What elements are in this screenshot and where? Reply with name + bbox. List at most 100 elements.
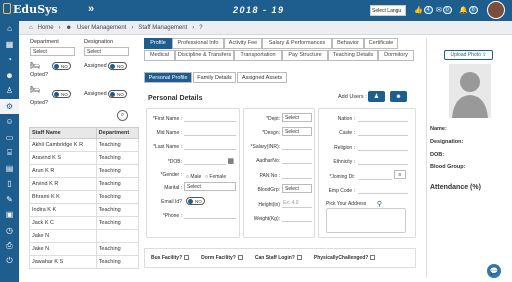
notification-button[interactable]: 🔔 0 <box>459 4 478 16</box>
table-row[interactable]: Akhil Cambridge K R Teaching <box>29 138 140 152</box>
tab-dormitory[interactable]: Dormitory <box>378 50 414 61</box>
table-row[interactable]: Jake N Teaching <box>29 242 140 256</box>
table-row[interactable]: Bhrami K K Teaching <box>29 190 140 204</box>
table-row[interactable]: Jack K C Teaching <box>29 216 140 230</box>
subtab-family-details[interactable]: Family Details <box>193 72 236 83</box>
table-row[interactable]: Jake N <box>29 229 140 243</box>
tab-salary-performances[interactable]: Salary & Performances <box>262 38 332 49</box>
tab-professional-info[interactable]: Professional Info <box>172 38 224 49</box>
dorm-facility-check[interactable]: Dorm Facility? <box>201 255 243 261</box>
column-header-staff-name[interactable]: Staff Name <box>29 127 97 139</box>
upload-photo-button[interactable]: Upload Photo ⇪ <box>444 50 493 60</box>
help-link[interactable]: ? <box>199 25 202 31</box>
assigned-toggle-2[interactable]: NO <box>108 90 127 98</box>
gender-male-radio[interactable]: ○ Male <box>186 174 206 180</box>
tab-medical[interactable]: Medical <box>144 50 175 61</box>
table-row[interactable]: Aravind K S Teaching <box>29 151 140 165</box>
calendar-icon[interactable]: ▦ <box>226 157 234 165</box>
opted-toggle-2[interactable]: NO <box>52 90 71 98</box>
user-avatar[interactable] <box>487 1 505 19</box>
calendar-button[interactable]: ≡ <box>394 170 406 179</box>
app-logo[interactable]: EduSys <box>3 3 58 16</box>
opted-toggle-1[interactable]: NO <box>52 62 71 70</box>
logout-icon[interactable]: ⏻ <box>0 254 19 270</box>
bus-icon[interactable]: ▣ <box>0 207 19 223</box>
dashboard-icon[interactable]: ◔ <box>0 52 19 68</box>
designation-select[interactable]: Select <box>84 47 129 56</box>
breadcrumb-home[interactable]: Home <box>38 25 54 31</box>
nation-input[interactable] <box>358 113 408 122</box>
building-icon[interactable]: ▦ <box>0 37 19 53</box>
address-textarea[interactable] <box>326 208 406 233</box>
language-select[interactable]: Select Langu <box>370 5 406 16</box>
chat-button[interactable]: 💬 <box>487 264 501 278</box>
bank-icon[interactable]: ⌸ <box>0 145 19 161</box>
height-input[interactable]: Ex. 4.9 <box>282 199 312 208</box>
joining-input[interactable] <box>358 171 392 180</box>
chat-icon: 💬 <box>489 268 499 275</box>
mail-button[interactable]: ✉ 0 <box>436 4 452 16</box>
table-row[interactable]: Jawahar K S Teaching <box>29 255 140 269</box>
assigned-toggle-1[interactable]: NO <box>108 62 127 70</box>
add-user-button[interactable]: ♟ <box>368 91 385 102</box>
map-pin-icon[interactable]: ⚲ <box>374 200 382 208</box>
book-icon[interactable]: ▤ <box>0 161 19 177</box>
printer-icon[interactable]: ⎙ <box>0 238 19 254</box>
table-row[interactable]: Indira K K Teaching <box>29 203 140 217</box>
table-row[interactable]: Arun K R Teaching <box>29 164 140 178</box>
search-button[interactable]: ⌕ <box>117 110 128 121</box>
emp-code-input[interactable] <box>358 185 408 194</box>
marital-select[interactable]: Select <box>184 182 236 191</box>
home-icon[interactable]: ⌂ <box>29 25 33 31</box>
department-select[interactable]: Select <box>30 47 75 56</box>
weight-input[interactable] <box>282 213 312 222</box>
tab-pay-structure[interactable]: Pay Structure <box>282 50 328 61</box>
thumbs-up-button[interactable]: 👍 4 <box>414 4 433 16</box>
salary-input[interactable] <box>282 141 312 150</box>
users-icon: ☻ <box>65 24 72 31</box>
users-icon[interactable]: ☻ <box>0 68 19 84</box>
desgn-select[interactable]: Select <box>282 127 312 136</box>
home-icon[interactable]: ⌂ <box>0 21 19 37</box>
phone-input[interactable] <box>184 210 236 219</box>
subtab-assigned-assets[interactable]: Assigned Assets <box>237 72 287 83</box>
breadcrumb-module[interactable]: User Management <box>77 25 126 31</box>
person-icon[interactable]: ♙ <box>0 83 19 99</box>
menu-toggle-button[interactable]: » <box>88 3 94 15</box>
last-name-input[interactable] <box>184 141 236 150</box>
mid-name-input[interactable] <box>184 127 236 136</box>
religion-input[interactable] <box>358 142 408 151</box>
tab-certificate[interactable]: Certificate <box>364 38 398 49</box>
tab-profile[interactable]: Profile <box>144 38 172 49</box>
user-gear-icon[interactable]: ⚙ <box>0 98 19 114</box>
physically-challenged-check[interactable]: PhysicallyChallenged? <box>314 255 376 261</box>
tab-transportation[interactable]: Transportation <box>234 50 282 61</box>
tab-behavior[interactable]: Behavior <box>332 38 364 49</box>
aadhar-input[interactable] <box>282 155 312 164</box>
joining-label: *Joining Dt: <box>329 174 355 180</box>
add-group-button[interactable]: ☻ <box>390 91 407 102</box>
dept-label: *Dept: <box>266 116 280 122</box>
table-row[interactable]: Arvind K R Teaching <box>29 177 140 191</box>
dept-select[interactable]: Select <box>282 113 312 122</box>
staff-login-check[interactable]: Can Staff Login? <box>255 255 302 261</box>
gender-female-radio[interactable]: ○ Female <box>205 174 233 180</box>
file-icon[interactable]: ▯ <box>0 176 19 192</box>
group-icon[interactable]: ☺ <box>0 114 19 130</box>
tab-activity-fee[interactable]: Activity Fee <box>224 38 262 49</box>
bus-facility-check[interactable]: Bus Facility? <box>151 255 190 261</box>
email-toggle[interactable]: NO <box>186 197 205 205</box>
subtab-personal-profile[interactable]: Personal Profile <box>144 72 192 83</box>
tab-discipline-transfers[interactable]: Discipline & Transfers <box>175 50 234 61</box>
note-icon[interactable]: ✎ <box>0 192 19 208</box>
blood-select[interactable]: Select <box>282 184 312 193</box>
column-header-department[interactable]: Department <box>95 127 140 139</box>
dob-input[interactable] <box>184 156 226 165</box>
pan-input[interactable] <box>282 170 312 179</box>
card-icon[interactable]: ▭ <box>0 130 19 146</box>
ethnicity-input[interactable] <box>358 156 408 165</box>
first-name-input[interactable] <box>184 113 236 122</box>
caste-input[interactable] <box>358 127 408 136</box>
clock-icon[interactable]: ◷ <box>0 223 19 239</box>
tab-teaching-details[interactable]: Teaching Details <box>328 50 378 61</box>
